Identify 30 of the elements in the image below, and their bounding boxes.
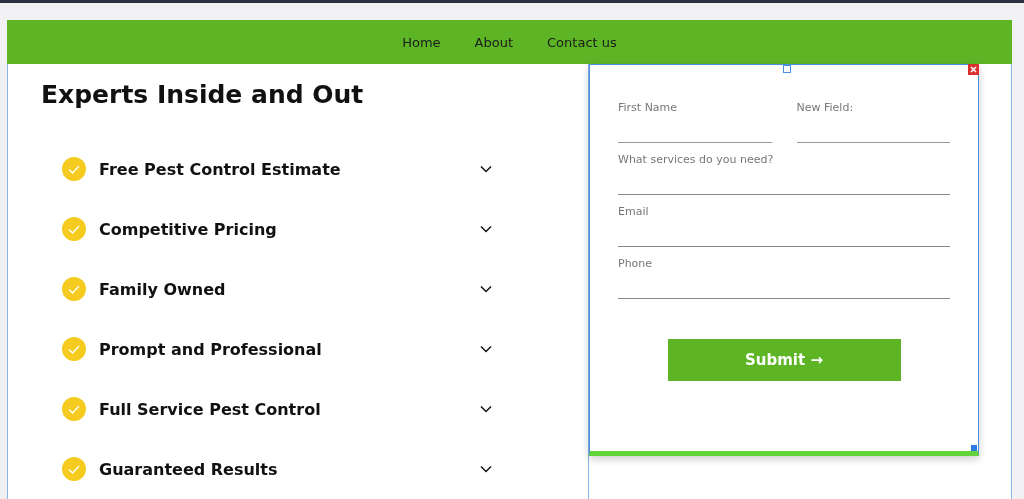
check-icon — [62, 217, 86, 241]
check-icon — [62, 277, 86, 301]
check-icon — [62, 157, 86, 181]
accordion-item[interactable]: Free Pest Control Estimate — [99, 159, 480, 179]
chevron-down-icon[interactable] — [480, 345, 492, 353]
check-icon — [62, 457, 86, 481]
check-icon — [62, 397, 86, 421]
check-icon — [62, 337, 86, 361]
chevron-down-icon[interactable] — [480, 285, 492, 293]
section-heading: Experts Inside and Out — [41, 80, 365, 109]
chevron-down-icon[interactable] — [480, 225, 492, 233]
drag-handle[interactable] — [783, 65, 791, 73]
field-label: First Name — [618, 101, 679, 116]
chevron-down-icon[interactable] — [480, 405, 492, 413]
field-label: Email — [618, 205, 650, 220]
accordion-item[interactable]: Competitive Pricing — [99, 219, 480, 239]
field-label: New Field: — [796, 101, 855, 116]
chevron-down-icon[interactable] — [480, 165, 492, 173]
field-label: What services do you need? — [618, 153, 775, 168]
nav-link[interactable]: Home — [402, 34, 441, 50]
accordion-item[interactable]: Prompt and Professional — [99, 339, 480, 359]
accordion-item[interactable]: Guaranteed Results — [99, 459, 480, 479]
nav-link[interactable]: Contact us — [547, 34, 617, 50]
resize-handle[interactable] — [971, 445, 977, 451]
nav-link[interactable]: About — [474, 34, 514, 50]
close-icon[interactable] — [968, 64, 979, 75]
field-label: Phone — [618, 257, 654, 272]
chevron-down-icon[interactable] — [480, 465, 492, 473]
accordion-item[interactable]: Full Service Pest Control — [99, 399, 480, 419]
accordion-item[interactable]: Family Owned — [99, 279, 480, 299]
